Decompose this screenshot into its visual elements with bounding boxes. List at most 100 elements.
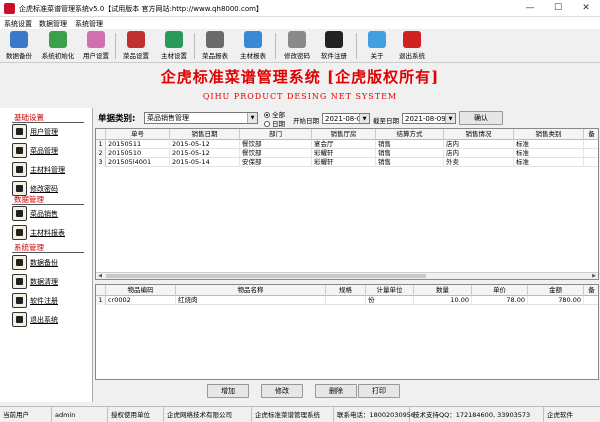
table-row[interactable]: 2 20150510 2015-05-12 餐饮部 彩耀轩 销售 店内 标准 [96, 149, 598, 158]
column-header[interactable]: 金额 [528, 285, 584, 296]
toolbar-change-password-button[interactable]: 修改密码 [281, 30, 313, 62]
toolbar-separator [275, 33, 276, 59]
main-content: 单据类别: 菜品销售管理 ▼ 全部 日期 开始日期 2021-08-09 ▼ 截… [94, 108, 600, 402]
toolbar-backup-button[interactable]: 数据备份 [3, 30, 35, 62]
banner-title-en: QIHU PRODUCT DESING NET SYSTEM [202, 92, 398, 101]
toolbar-exit-button[interactable]: 退出系统 [396, 30, 428, 62]
column-header[interactable]: 销售类别 [514, 129, 584, 140]
sidebar-item-exit-system[interactable]: 退出系统 [12, 312, 90, 328]
status-current-user: admin [52, 407, 108, 422]
toolbar: 数据备份 系统初始化 用户设置 菜品设置 主材设置 菜品报表 主材报表 修改密码… [0, 29, 600, 63]
toolbar-dish-settings-button[interactable]: 菜品设置 [120, 30, 152, 62]
add-button[interactable]: 增加 [207, 384, 249, 398]
sidebar-divider [12, 204, 84, 205]
column-header[interactable]: 规格 [326, 285, 366, 296]
status-vendor: 企虎软件 [547, 411, 573, 419]
end-date-picker[interactable]: 2021-08-09 ▼ [402, 113, 456, 124]
column-header[interactable]: 单号 [106, 129, 170, 140]
sidebar-divider [12, 252, 84, 253]
sidebar-item-material-report[interactable]: 主材料报表 [12, 225, 90, 241]
menu-bar: 系统设置 数据管理 系统管理 [0, 17, 600, 29]
status-licensee-label: 授权使用单位 [108, 407, 164, 422]
menu-data-management[interactable]: 数据管理 [39, 19, 67, 29]
column-header[interactable]: 单价 [472, 285, 528, 296]
report-icon [206, 31, 224, 48]
toolbar-separator [115, 33, 116, 59]
menu-system-management[interactable]: 系统管理 [75, 19, 103, 29]
toolbar-register-button[interactable]: 软件注册 [318, 30, 350, 62]
scroll-thumb[interactable] [106, 274, 426, 278]
folder-icon [12, 206, 27, 221]
detail-table-header: 物品编码 物品名称 规格 计量单位 数量 单价 金额 备 [96, 285, 598, 296]
master-table-header: 单号 销售日期 部门 销售厅房 结算方式 销售情况 销售类别 备 [96, 129, 598, 140]
toolbar-material-report-button[interactable]: 主材报表 [237, 30, 269, 62]
column-header[interactable]: 备 [584, 285, 598, 296]
detail-table: 物品编码 物品名称 规格 计量单位 数量 单价 金额 备 1 cr0002 红烧… [95, 284, 599, 380]
status-current-user-label: 当前用户 [0, 407, 52, 422]
horizontal-scrollbar[interactable]: ◀ ▶ [96, 272, 598, 279]
status-licensee: 企虎网络技术有限公司 [164, 407, 252, 422]
radio-date[interactable]: 日期 [264, 118, 285, 128]
column-header[interactable]: 结算方式 [376, 129, 444, 140]
confirm-button[interactable]: 确认 [459, 111, 503, 125]
database-icon [10, 31, 28, 48]
end-date-label: 截至日期 [373, 117, 399, 125]
toolbar-material-settings-button[interactable]: 主材设置 [158, 30, 190, 62]
material-icon [165, 31, 183, 48]
sidebar: 基础设置 用户管理 菜品管理 主材料管理 修改密码 数据管理 菜品销售 主材料报… [0, 108, 93, 402]
sidebar-item-user-management[interactable]: 用户管理 [12, 124, 90, 140]
status-phone: 联系电话：18002030956 [334, 407, 415, 422]
app-logo-icon [4, 3, 15, 14]
maximize-button[interactable]: ☐ [544, 0, 572, 17]
toolbar-separator [356, 33, 357, 59]
toolbar-separator [194, 33, 195, 59]
column-header[interactable]: 计量单位 [366, 285, 414, 296]
column-header[interactable]: 物品编码 [106, 285, 176, 296]
folder-icon [12, 255, 27, 270]
table-row[interactable]: 1 20150511 2015-05-12 餐饮部 宴会厅 销售 店内 标准 [96, 140, 598, 149]
sidebar-item-software-register[interactable]: 软件注册 [12, 293, 90, 309]
banner: 企虎标准菜谱管理系统 [企虎版权所有] QIHU PRODUCT DESING … [0, 63, 600, 107]
sidebar-item-material-management[interactable]: 主材料管理 [12, 162, 90, 178]
minimize-button[interactable]: — [516, 0, 544, 17]
column-header[interactable]: 备 [584, 129, 598, 140]
column-header[interactable]: 销售情况 [444, 129, 514, 140]
edit-button[interactable]: 修改 [261, 384, 303, 398]
chevron-down-icon: ▼ [445, 114, 455, 123]
window-title: 企虎标准菜谱管理系统v5.0【试用版本 官方网站:http://www.qh80… [19, 5, 263, 13]
scroll-left-icon[interactable]: ◀ [96, 273, 104, 279]
toolbar-about-button[interactable]: 关于 [362, 30, 392, 62]
status-qq-support: 技术支持QQ：172184600, 33903573 [410, 407, 544, 422]
column-header[interactable]: 部门 [240, 129, 312, 140]
table-row[interactable]: 3 201505l4001 2015-05-14 安保部 彩耀轩 销售 外卖 标… [96, 158, 598, 167]
sidebar-item-data-cleanup[interactable]: 数据清理 [12, 274, 90, 290]
sidebar-item-dish-sales[interactable]: 菜品销售 [12, 206, 90, 222]
toolbar-dish-report-button[interactable]: 菜品报表 [199, 30, 231, 62]
sidebar-item-data-backup[interactable]: 数据备份 [12, 255, 90, 271]
menu-system-settings[interactable]: 系统设置 [4, 19, 32, 29]
column-header[interactable]: 数量 [414, 285, 472, 296]
chart-report-icon [244, 31, 262, 48]
title-bar: 企虎标准菜谱管理系统v5.0【试用版本 官方网站:http://www.qh80… [0, 0, 600, 17]
close-button[interactable]: ✕ [572, 0, 600, 17]
folder-icon [12, 274, 27, 289]
sidebar-item-dish-management[interactable]: 菜品管理 [12, 143, 90, 159]
category-select[interactable]: 菜品销售管理 ▼ [144, 112, 258, 124]
filter-label: 单据类别: [98, 114, 136, 124]
dish-icon [127, 31, 145, 48]
chevron-down-icon: ▼ [247, 113, 257, 123]
exit-icon [403, 31, 421, 48]
start-date-picker[interactable]: 2021-08-09 ▼ [322, 113, 370, 124]
column-header[interactable]: 物品名称 [176, 285, 326, 296]
toolbar-init-button[interactable]: 系统初始化 [38, 30, 78, 62]
column-header[interactable]: 销售日期 [170, 129, 240, 140]
delete-button[interactable]: 删除 [315, 384, 357, 398]
status-bar: 当前用户 admin 授权使用单位 企虎网络技术有限公司 企虎标准菜谱管理系统 … [0, 406, 600, 422]
table-row[interactable]: 1 cr0002 红烧肉 份 10.00 78.00 780.00 [96, 296, 598, 305]
toolbar-users-button[interactable]: 用户设置 [80, 30, 112, 62]
print-button[interactable]: 打印 [358, 384, 400, 398]
column-header[interactable]: 销售厅房 [312, 129, 376, 140]
folder-icon [12, 162, 27, 177]
status-app-name: 企虎标准菜谱管理系统 [252, 407, 334, 422]
scroll-right-icon[interactable]: ▶ [590, 273, 598, 279]
